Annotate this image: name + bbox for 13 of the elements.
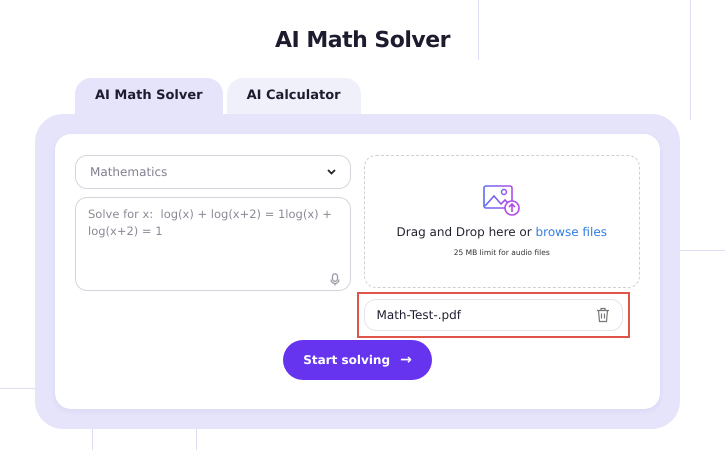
subject-select[interactable]: Mathematics	[75, 155, 350, 189]
trash-icon[interactable]	[596, 307, 610, 323]
tab[interactable]: AI Math Solver	[75, 78, 223, 114]
tab[interactable]: AI Calculator	[226, 78, 361, 114]
chevron-down-icon	[326, 169, 336, 175]
start-solving-button[interactable]: Start solving →	[283, 340, 432, 380]
upload-prompt: Drag and Drop here or browse files	[396, 224, 607, 241]
image-upload-icon	[482, 184, 521, 217]
file-name: Math-Test-.pdf	[376, 307, 461, 324]
page-title: AI Math Solver	[274, 27, 452, 55]
question-field[interactable]: Solve for x: log(x) + log(x+2) = 1log(x) + log(x+2) = 1	[75, 197, 350, 291]
microphone-icon[interactable]	[330, 273, 340, 286]
browse-files-link[interactable]: browse files	[536, 224, 607, 239]
